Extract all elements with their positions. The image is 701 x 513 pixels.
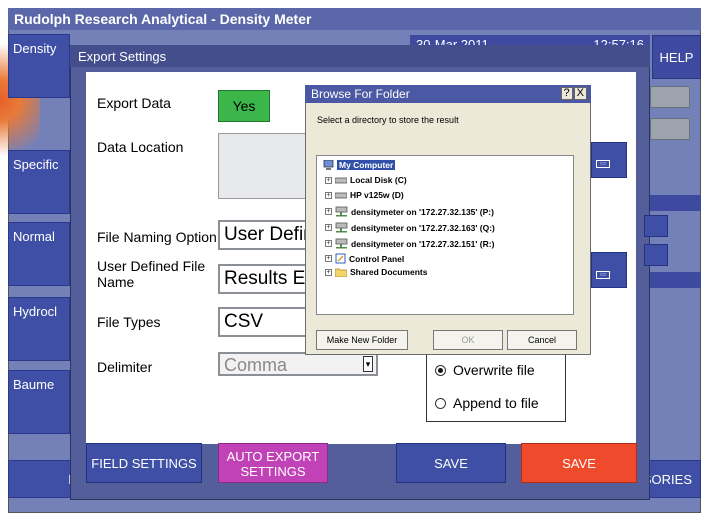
bg-bar [650, 272, 701, 288]
folder-icon [335, 268, 347, 277]
tree-item-net-q[interactable]: + densitymeter on '172.27.32.163' (Q:) [325, 222, 495, 233]
save-button[interactable]: SAVE [396, 443, 506, 483]
data-location-field[interactable] [218, 133, 308, 199]
make-new-folder-button[interactable]: Make New Folder [316, 330, 408, 350]
chevron-down-icon[interactable]: ▾ [363, 356, 373, 372]
small-action-button[interactable] [644, 215, 668, 237]
tree-item-shared-docs[interactable]: + Shared Documents [325, 267, 427, 277]
bg-bar [650, 195, 701, 211]
folder-tree[interactable]: My Computer + Local Disk (C) + HP v125w … [316, 155, 574, 315]
browse-filename-button[interactable]: ▭ [591, 252, 627, 288]
tree-item-hp[interactable]: + HP v125w (D) [325, 190, 404, 200]
expand-icon[interactable]: + [325, 208, 332, 215]
naming-option-select[interactable]: User Defin [218, 220, 308, 250]
tree-item-net-r[interactable]: + densitymeter on '172.27.32.151' (R:) [325, 238, 494, 249]
expand-icon[interactable]: + [325, 255, 332, 262]
expand-icon[interactable]: + [325, 268, 332, 276]
window-title: Rudolph Research Analytical - Density Me… [8, 8, 701, 30]
append-radio[interactable]: Append to file [435, 395, 539, 411]
field-settings-button[interactable]: FIELD SETTINGS [86, 443, 202, 483]
drive-icon [335, 177, 347, 184]
tree-item-control-panel[interactable]: + Control Panel [325, 253, 404, 264]
computer-icon [323, 160, 334, 170]
ok-button[interactable]: OK [433, 330, 503, 350]
browse-instruction: Select a directory to store the result [317, 115, 459, 125]
delimiter-select[interactable]: Comma [218, 352, 378, 376]
bg-field [650, 118, 690, 140]
file-types-select[interactable]: CSV [218, 307, 308, 337]
sidebar-item-baume[interactable]: Baume [8, 370, 70, 434]
browse-location-button[interactable]: ▭ [591, 142, 627, 178]
tree-item-my-computer[interactable]: My Computer [323, 160, 396, 170]
naming-option-label: File Naming Option [97, 229, 217, 245]
keyboard-icon: ▭ [596, 271, 610, 279]
user-file-input[interactable]: Results Ex [218, 264, 308, 294]
export-data-toggle[interactable]: Yes [218, 90, 270, 122]
network-drive-icon [335, 238, 348, 249]
file-types-label: File Types [97, 314, 161, 330]
delimiter-label: Delimiter [97, 359, 153, 375]
cancel-button[interactable]: Cancel [507, 330, 577, 350]
radio-selected-icon [435, 364, 446, 376]
browse-title: Browse For Folder ? X [305, 85, 591, 103]
bg-field [650, 86, 690, 108]
file-mode-group: Overwrite file Append to file [426, 352, 566, 422]
sidebar-item-density[interactable]: Density [8, 34, 70, 98]
expand-icon[interactable]: + [325, 224, 332, 231]
data-location-label: Data Location [97, 139, 184, 155]
expand-icon[interactable]: + [325, 176, 332, 184]
help-button[interactable]: HELP [652, 35, 701, 79]
expand-icon[interactable]: + [325, 240, 332, 247]
overwrite-radio[interactable]: Overwrite file [435, 362, 535, 378]
network-drive-icon [335, 222, 348, 233]
tree-item-net-p[interactable]: + densitymeter on '172.27.32.135' (P:) [325, 206, 494, 217]
help-icon[interactable]: ? [560, 87, 573, 100]
drive-icon [335, 192, 347, 199]
sidebar-item-normal[interactable]: Normal [8, 222, 70, 286]
auto-export-button[interactable]: AUTO EXPORT SETTINGS [218, 443, 328, 483]
save-confirm-button[interactable]: SAVE [521, 443, 637, 483]
close-icon[interactable]: X [573, 87, 587, 100]
expand-icon[interactable]: + [325, 191, 332, 199]
keyboard-icon: ▭ [596, 160, 610, 168]
network-drive-icon [335, 206, 348, 217]
sidebar-item-hydrocl[interactable]: Hydrocl [8, 297, 70, 361]
small-action-button[interactable] [644, 244, 668, 266]
control-panel-icon [335, 253, 346, 264]
user-file-label: User Defined File Name [97, 258, 206, 290]
dialog-title: Export Settings [70, 45, 650, 67]
sidebar-item-specific[interactable]: Specific [8, 150, 70, 214]
export-data-label: Export Data [97, 95, 171, 111]
tree-item-local-disk[interactable]: + Local Disk (C) [325, 175, 407, 185]
radio-empty-icon [435, 397, 446, 409]
